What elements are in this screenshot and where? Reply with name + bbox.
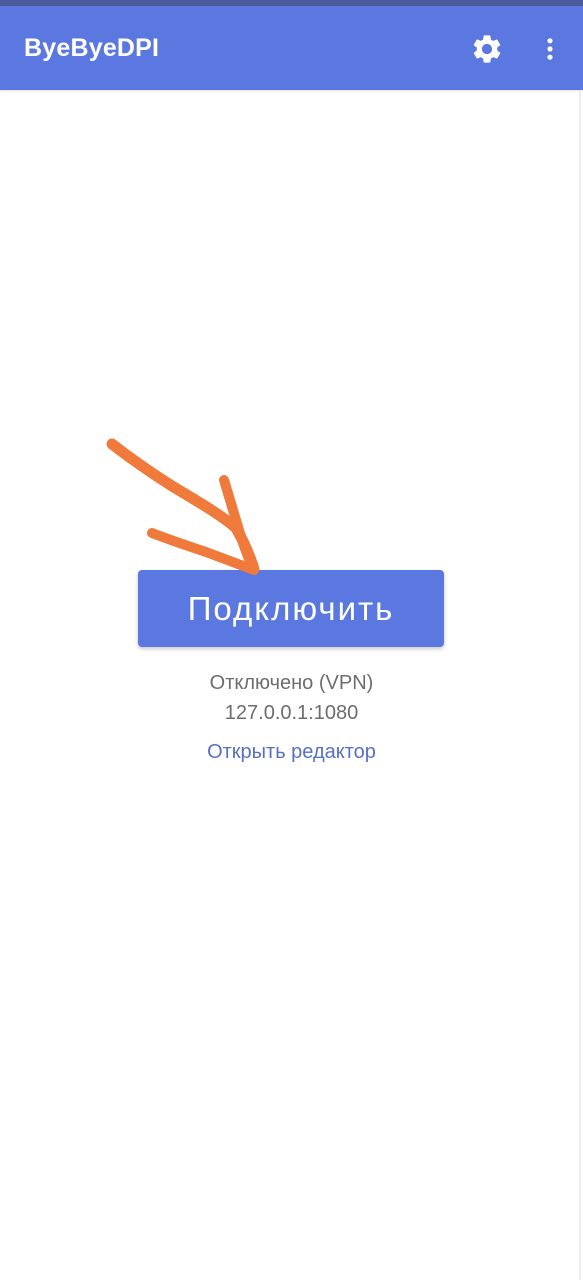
gear-icon[interactable]: [470, 32, 504, 66]
app-title: ByeByeDPI: [24, 34, 160, 62]
more-vert-icon[interactable]: [536, 32, 564, 66]
proxy-address: 127.0.0.1:1080: [224, 702, 359, 724]
connect-button[interactable]: Подключить: [138, 570, 444, 647]
open-editor-link[interactable]: Открыть редактор: [0, 741, 583, 764]
app-bar: ByeByeDPI: [0, 6, 583, 90]
connection-status: Отключено (VPN): [209, 672, 374, 694]
